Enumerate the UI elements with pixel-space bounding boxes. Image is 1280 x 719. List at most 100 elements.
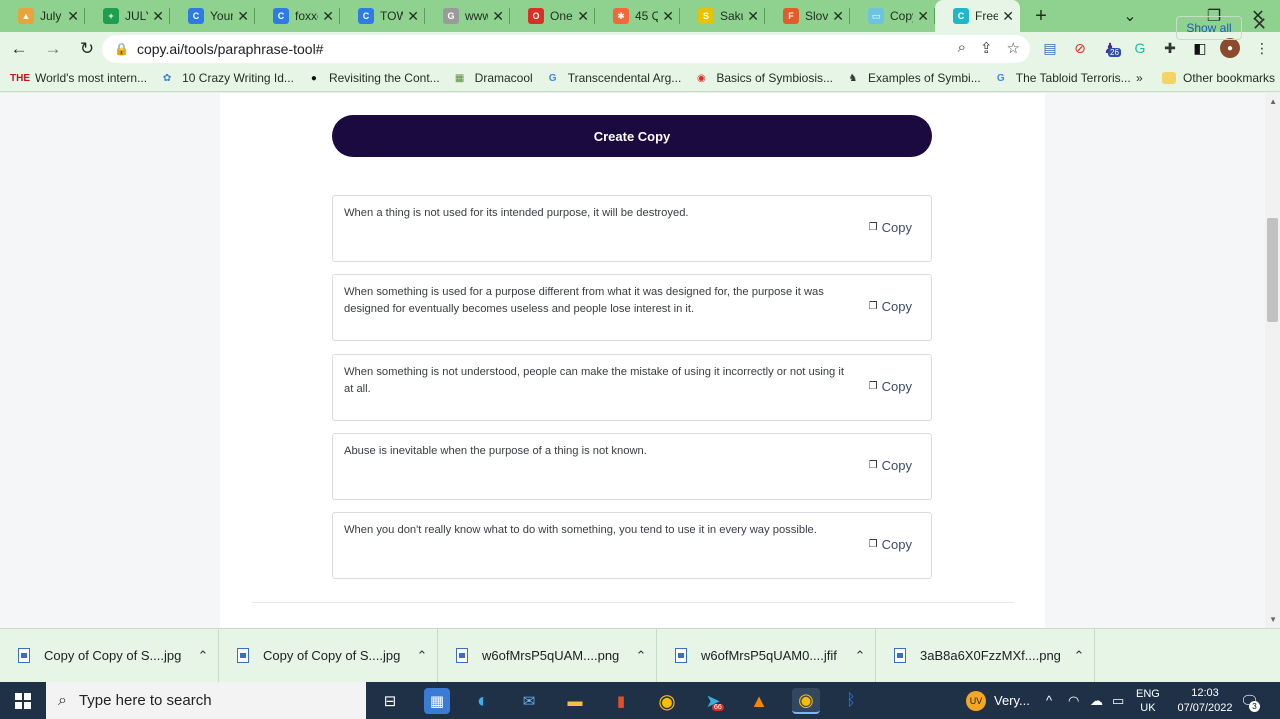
forward-icon[interactable]: → — [38, 34, 68, 64]
tab-favicon-icon: + — [103, 8, 119, 24]
tab-label: Your — [210, 9, 234, 23]
browser-tab[interactable]: C Your ✕ — [170, 0, 255, 32]
copy-button-label: Copy — [881, 537, 912, 553]
wifi-icon[interactable]: ◠ — [1068, 682, 1079, 719]
tab-close-icon[interactable]: ✕ — [577, 8, 589, 25]
weather-widget[interactable]: UV Very... — [966, 682, 1030, 719]
copy-result-button[interactable]: ❐ Copy — [869, 299, 912, 314]
extension-badge-icon[interactable]: ♟26 — [1100, 38, 1121, 58]
paraphrase-result-text: When a thing is not used for its intende… — [344, 207, 689, 219]
browser-tab[interactable]: Gwww ✕ — [425, 0, 510, 32]
windows-start-icon[interactable] — [0, 682, 46, 719]
vlc-icon[interactable]: ▲ — [746, 688, 772, 714]
download-options-chevron-icon[interactable]: ⌃ — [626, 648, 656, 664]
bookmark-item[interactable]: ◉ Basics of Symbiosis... — [693, 70, 833, 86]
grammarly-icon[interactable]: G — [1130, 38, 1150, 58]
extensions-puzzle-icon[interactable]: ✚ — [1160, 38, 1180, 58]
tab-close-icon[interactable]: ✕ — [662, 8, 674, 25]
other-bookmarks-folder[interactable]: Other bookmarks — [1162, 71, 1275, 85]
tab-close-icon[interactable]: ✕ — [152, 8, 164, 25]
bookmark-item[interactable]: G Transcendental Arg... — [545, 70, 682, 86]
tab-close-icon[interactable]: ✕ — [67, 8, 79, 25]
browser-tab[interactable]: O One ✕ — [510, 0, 595, 32]
download-options-chevron-icon[interactable]: ⌃ — [845, 648, 875, 664]
back-icon[interactable]: ← — [4, 34, 34, 64]
download-item[interactable]: Copy of Copy of S....jpg ⌃ — [219, 628, 438, 683]
taskbar-search-box[interactable]: ⌕ Type here to search — [46, 682, 366, 719]
share-icon[interactable]: ⇪ — [980, 39, 993, 57]
telegram-icon[interactable]: ➤ 66 — [700, 688, 726, 714]
tab-close-icon[interactable]: ✕ — [917, 8, 929, 25]
clock[interactable]: 12:03 07/07/2022 — [1170, 682, 1240, 719]
mail-icon[interactable]: ✉ — [516, 688, 542, 714]
bluetooth-icon[interactable]: ᛒ — [838, 688, 864, 714]
menu-kebab-icon[interactable]: ⋮ — [1252, 38, 1272, 58]
download-item[interactable]: w6ofMrsP5qUAM0....jfif ⌃ — [657, 628, 876, 683]
battery-icon[interactable]: ▭ — [1112, 682, 1124, 719]
copy-result-button[interactable]: ❐ Copy — [869, 220, 912, 235]
tray-chevron-icon[interactable]: ^ — [1046, 682, 1052, 719]
download-item[interactable]: Copy of Copy of S....jpg ⌃ — [0, 628, 219, 683]
chrome-taskbar-icon[interactable]: ◉ — [654, 688, 680, 714]
tab-search-icon[interactable]: ⌄ — [1108, 0, 1152, 32]
tab-favicon-icon: ▲ — [18, 8, 34, 24]
copy-result-button[interactable]: ❐ Copy — [869, 537, 912, 552]
bookmark-star-icon[interactable]: ☆ — [1007, 39, 1020, 57]
browser-tab[interactable]: + JULY ✕ — [85, 0, 170, 32]
docs-extension-icon[interactable]: ▤ — [1040, 38, 1060, 58]
file-explorer-icon[interactable]: ▬ — [562, 688, 588, 714]
address-bar[interactable]: 🔒 copy.ai/tools/paraphrase-tool# ⌕ ⇪ ☆ — [102, 35, 1030, 63]
reload-icon[interactable]: ↻ — [72, 34, 102, 64]
bookmark-item[interactable]: G The Tabloid Terroris... — [993, 70, 1131, 86]
create-copy-button[interactable]: Create Copy — [332, 115, 932, 157]
task-view-icon[interactable]: ⊟ — [377, 688, 403, 714]
zoom-icon[interactable]: ⌕ — [958, 39, 966, 57]
browser-tab[interactable]: Cfoxxe ✕ — [255, 0, 340, 32]
browser-tab[interactable]: F Slova✕ — [765, 0, 850, 32]
tab-close-icon[interactable]: ✕ — [832, 8, 844, 25]
show-all-downloads-button[interactable]: Show all — [1176, 16, 1242, 40]
bookmark-item[interactable]: ✿ 10 Crazy Writing Id... — [159, 70, 294, 86]
new-tab-icon[interactable]: + — [1026, 1, 1056, 31]
chrome-active-icon[interactable]: ◉ — [792, 688, 820, 714]
scroll-down-icon[interactable]: ▼ — [1269, 615, 1277, 624]
download-item[interactable]: w6ofMrsP5qUAM....png ⌃ — [438, 628, 657, 683]
bookmarks-overflow-icon[interactable]: » — [1136, 71, 1143, 85]
scroll-up-icon[interactable]: ▲ — [1269, 97, 1277, 106]
download-options-chevron-icon[interactable]: ⌃ — [1064, 648, 1094, 664]
profile-avatar[interactable]: ● — [1220, 38, 1240, 58]
edge-icon[interactable]: ◐ — [470, 688, 496, 714]
browser-tab[interactable]: ▲ July ✕ — [0, 0, 85, 32]
bookmark-item[interactable]: THE World's most intern... — [10, 70, 147, 86]
tab-close-icon[interactable]: ✕ — [407, 8, 419, 25]
download-item[interactable]: 3aB8a6X0FzzMXf....png ⌃ — [876, 628, 1095, 683]
block-extension-icon[interactable]: ⊘ — [1070, 38, 1090, 58]
tab-close-icon[interactable]: ✕ — [492, 8, 504, 25]
copy-result-button[interactable]: ❐ Copy — [869, 379, 912, 394]
tab-close-icon[interactable]: ✕ — [322, 8, 334, 25]
tab-close-icon[interactable]: ✕ — [747, 8, 759, 25]
language-indicator[interactable]: ENG UK — [1136, 682, 1160, 719]
onedrive-icon[interactable]: ☁ — [1090, 682, 1103, 719]
bookmark-item[interactable]: ▦ Dramacool — [452, 70, 533, 86]
bookmark-item[interactable]: ♞ Examples of Symbi... — [845, 70, 981, 86]
office-icon[interactable]: ▮ — [608, 688, 634, 714]
side-panel-icon[interactable]: ◧ — [1190, 38, 1210, 58]
browser-tab[interactable]: ✱ 45 Q ✕ — [595, 0, 680, 32]
scrollbar-thumb[interactable] — [1267, 218, 1278, 322]
notifications-icon[interactable]: 🗨 3 — [1240, 682, 1260, 719]
browser-tab[interactable]: C Free ✕ — [935, 0, 1020, 32]
file-icon — [237, 648, 249, 663]
download-options-chevron-icon[interactable]: ⌃ — [188, 648, 218, 664]
tab-close-icon[interactable]: ✕ — [1002, 8, 1014, 25]
bookmark-item[interactable]: ● Revisiting the Cont... — [306, 70, 440, 86]
browser-tab[interactable]: S Saku ✕ — [680, 0, 765, 32]
scrollbar[interactable]: ▲ ▼ — [1265, 93, 1280, 628]
store-icon[interactable]: ▦ — [424, 688, 450, 714]
download-options-chevron-icon[interactable]: ⌃ — [407, 648, 437, 664]
copy-result-button[interactable]: ❐ Copy — [869, 458, 912, 473]
browser-tab[interactable]: ▭ Copy ✕ — [850, 0, 935, 32]
browser-tab[interactable]: C TOW ✕ — [340, 0, 425, 32]
tab-close-icon[interactable]: ✕ — [237, 8, 249, 25]
close-download-bar-icon[interactable]: ✕ — [1252, 14, 1267, 35]
